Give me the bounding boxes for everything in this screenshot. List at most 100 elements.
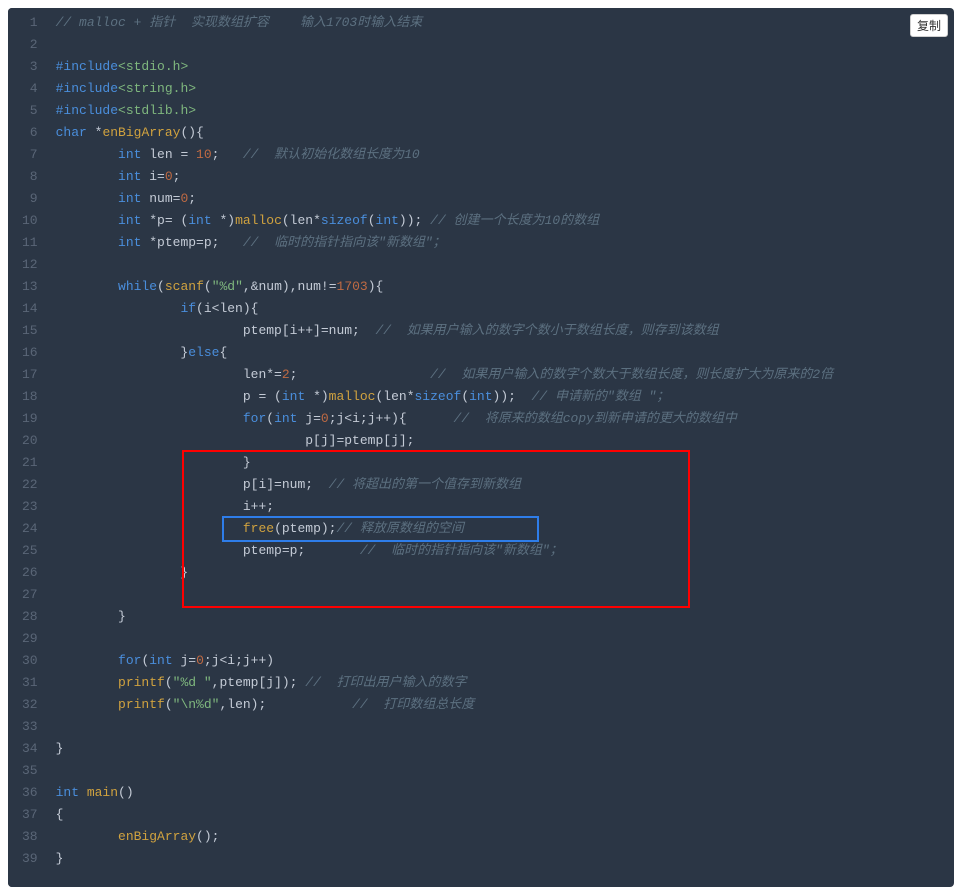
code-line: } <box>56 606 954 628</box>
token-number: 2 <box>282 367 290 382</box>
code-line <box>56 716 954 738</box>
token-keyword: #include <box>56 59 118 74</box>
token-punct <box>79 785 87 800</box>
code-line <box>56 628 954 650</box>
token-string: "%d " <box>173 675 212 690</box>
line-number: 38 <box>22 826 38 848</box>
token-number: 0 <box>196 653 204 668</box>
token-comment: // 如果用户输入的数字个数大于数组长度，则长度扩大为原来的2倍 <box>430 367 833 382</box>
token-keyword: #include <box>56 103 118 118</box>
token-punct: () <box>118 785 134 800</box>
token-punct: ;j<i;j++){ <box>329 411 454 426</box>
code-content[interactable]: // malloc + 指针 实现数组扩容 输入1703时输入结束 #includ… <box>46 8 954 887</box>
token-punct: len = <box>141 147 196 162</box>
token-punct: ( <box>165 675 173 690</box>
token-punct: ( <box>165 697 173 712</box>
token-type: int <box>56 785 79 800</box>
token-keyword: if <box>180 301 196 316</box>
code-line: for(int j=0;j<i;j++){ // 将原来的数组copy到新申请的… <box>56 408 954 430</box>
token-punct: { <box>219 345 227 360</box>
token-number: 0 <box>165 169 173 184</box>
token-include-str: <stdio.h> <box>118 59 188 74</box>
token-punct: } <box>56 455 251 470</box>
token-comment: // 将原来的数组copy到新申请的更大的数组中 <box>454 411 737 426</box>
code-line: } <box>56 848 954 870</box>
copy-button[interactable]: 复制 <box>910 14 948 37</box>
line-number: 37 <box>22 804 38 826</box>
code-line: ptemp[i++]=num; // 如果用户输入的数字个数小于数组长度，则存到… <box>56 320 954 342</box>
code-line: int len = 10; // 默认初始化数组长度为10 <box>56 144 954 166</box>
token-punct: ( <box>461 389 469 404</box>
token-keyword: while <box>118 279 157 294</box>
token-punct: ptemp=p; <box>56 543 360 558</box>
line-number: 15 <box>22 320 38 342</box>
token-punct: } <box>56 851 64 866</box>
token-keyword: sizeof <box>321 213 368 228</box>
token-punct: p[j]=ptemp[j]; <box>56 433 415 448</box>
token-type: int <box>118 147 141 162</box>
token-func: free <box>243 521 274 536</box>
token-punct <box>56 169 118 184</box>
code-line: } <box>56 452 954 474</box>
token-punct: i= <box>141 169 164 184</box>
line-number-gutter: 1234567891011121314151617181920212223242… <box>8 8 46 887</box>
code-line: printf("\n%d",len); // 打印数组总长度 <box>56 694 954 716</box>
token-number: 0 <box>321 411 329 426</box>
token-punct <box>56 235 118 250</box>
token-punct: (ptemp); <box>274 521 336 536</box>
code-line: } <box>56 562 954 584</box>
code-line <box>56 584 954 606</box>
token-func: enBigArray <box>102 125 180 140</box>
line-number: 2 <box>22 34 38 56</box>
token-type: int <box>274 411 297 426</box>
line-number: 9 <box>22 188 38 210</box>
line-number: 4 <box>22 78 38 100</box>
line-number: 8 <box>22 166 38 188</box>
token-punct <box>56 829 118 844</box>
line-number: 31 <box>22 672 38 694</box>
token-type: int <box>118 169 141 184</box>
token-punct: i++; <box>56 499 274 514</box>
code-line: int main() <box>56 782 954 804</box>
token-type: int <box>188 213 211 228</box>
line-number: 32 <box>22 694 38 716</box>
token-punct: { <box>56 807 64 822</box>
token-keyword: #include <box>56 81 118 96</box>
line-number: 18 <box>22 386 38 408</box>
token-punct: num= <box>141 191 180 206</box>
token-punct <box>56 675 118 690</box>
code-line: enBigArray(); <box>56 826 954 848</box>
token-punct: j= <box>173 653 196 668</box>
code-line: // malloc + 指针 实现数组扩容 输入1703时输入结束 <box>56 12 954 34</box>
code-line: #include<stdlib.h> <box>56 100 954 122</box>
token-punct: (i<len){ <box>196 301 258 316</box>
line-number: 16 <box>22 342 38 364</box>
token-punct: ( <box>204 279 212 294</box>
token-punct: ( <box>266 411 274 426</box>
code-line: free(ptemp);// 释放原数组的空间 <box>56 518 954 540</box>
token-keyword: for <box>118 653 141 668</box>
token-punct: )); <box>399 213 430 228</box>
token-comment: // 申请新的"数组 "； <box>532 389 670 404</box>
line-number: 6 <box>22 122 38 144</box>
line-number: 23 <box>22 496 38 518</box>
token-punct <box>56 279 118 294</box>
token-punct: j= <box>297 411 320 426</box>
token-comment: // 将超出的第一个值存到新数组 <box>329 477 521 492</box>
token-punct: ,len); <box>219 697 352 712</box>
token-func: malloc <box>235 213 282 228</box>
line-number: 11 <box>22 232 38 254</box>
code-line <box>56 34 954 56</box>
line-number: 29 <box>22 628 38 650</box>
token-punct <box>56 191 118 206</box>
line-number: 1 <box>22 12 38 34</box>
line-number: 28 <box>22 606 38 628</box>
code-line: { <box>56 804 954 826</box>
token-comment: // 打印出用户输入的数字 <box>305 675 466 690</box>
code-line: } <box>56 738 954 760</box>
token-punct: * <box>87 125 103 140</box>
token-punct: ){ <box>368 279 384 294</box>
token-comment: // 默认初始化数组长度为10 <box>243 147 420 162</box>
token-punct: } <box>56 609 126 624</box>
code-line: if(i<len){ <box>56 298 954 320</box>
